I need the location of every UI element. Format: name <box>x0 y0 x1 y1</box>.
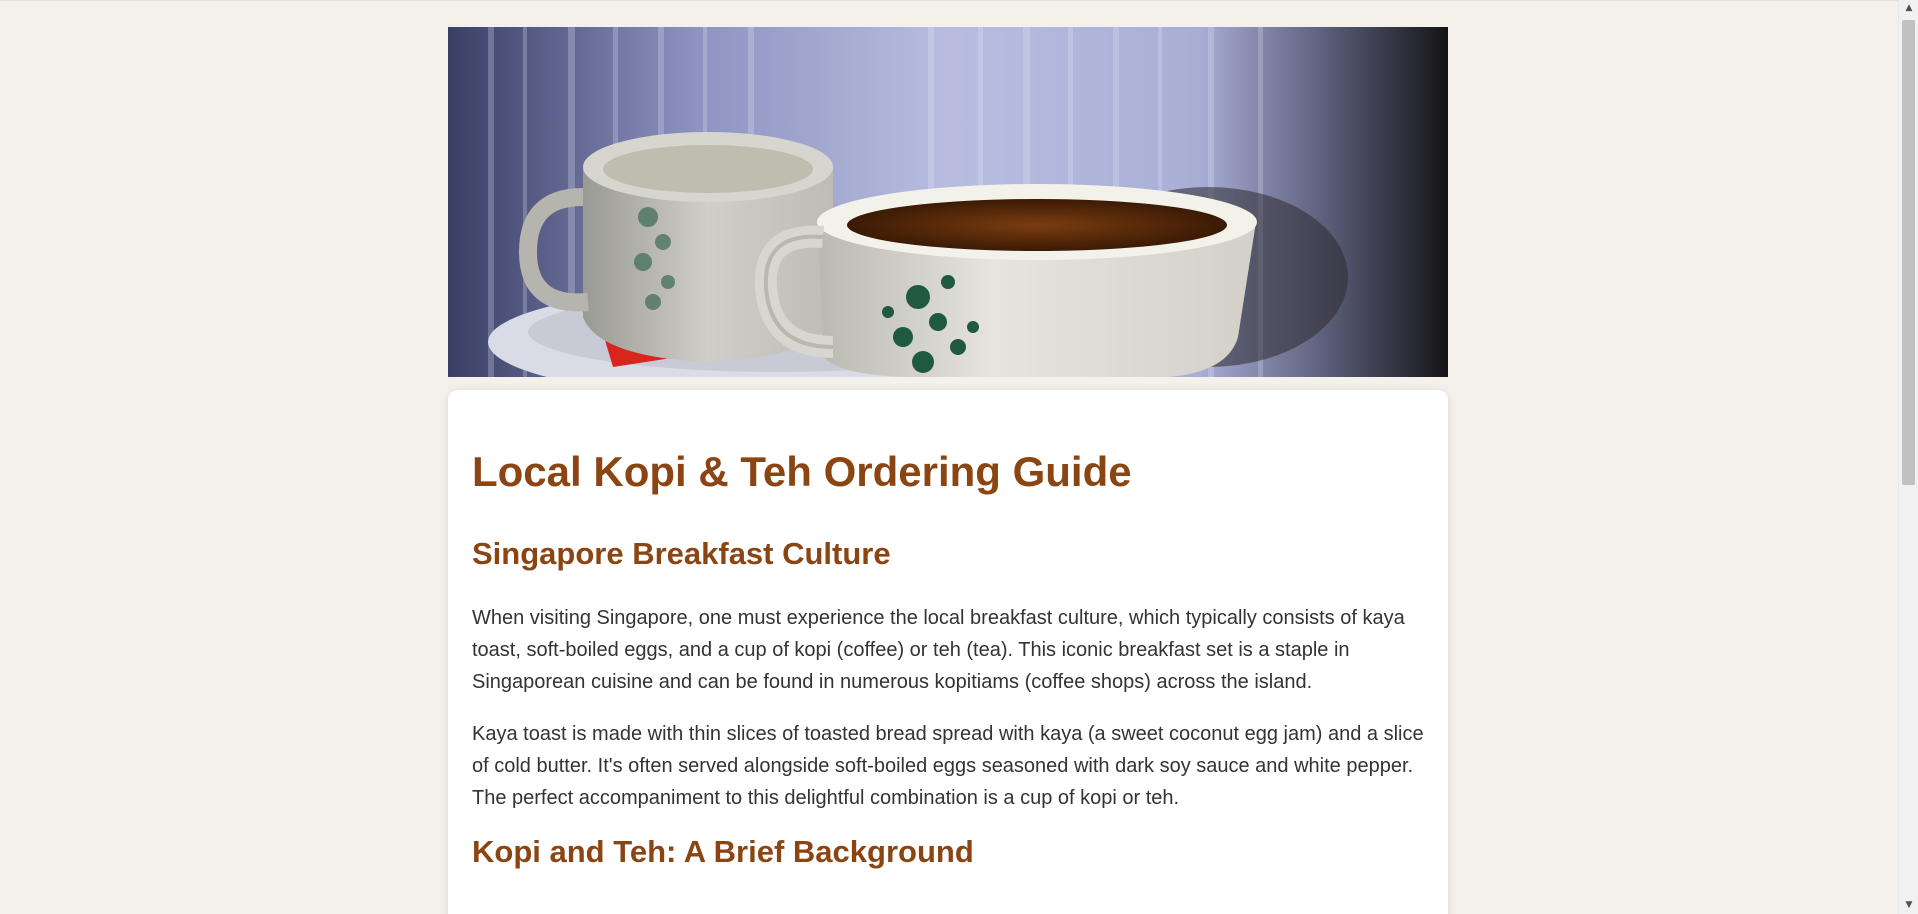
paragraph-breakfast-intro: When visiting Singapore, one must experi… <box>472 607 1405 693</box>
section-heading-breakfast-culture: Singapore Breakfast Culture <box>472 536 891 571</box>
section-heading-kopi-teh-background: Kopi and Teh: A Brief Background <box>472 834 974 869</box>
page-viewport: Local Kopi & Teh Ordering Guide Singapor… <box>0 0 1898 914</box>
paragraph-kaya-toast: Kaya toast is made with thin slices of t… <box>472 723 1424 809</box>
vertical-scrollbar[interactable]: ▲ ▼ <box>1898 0 1918 914</box>
article-card: Local Kopi & Teh Ordering Guide Singapor… <box>448 390 1448 914</box>
hero-image <box>448 27 1448 377</box>
scroll-up-arrow-icon[interactable]: ▲ <box>1899 0 1918 17</box>
coffee-cups-photo-icon <box>448 27 1448 377</box>
page-title: Local Kopi & Teh Ordering Guide <box>472 448 1132 495</box>
scrollbar-thumb[interactable] <box>1902 20 1915 485</box>
scroll-down-arrow-icon[interactable]: ▼ <box>1899 897 1918 914</box>
